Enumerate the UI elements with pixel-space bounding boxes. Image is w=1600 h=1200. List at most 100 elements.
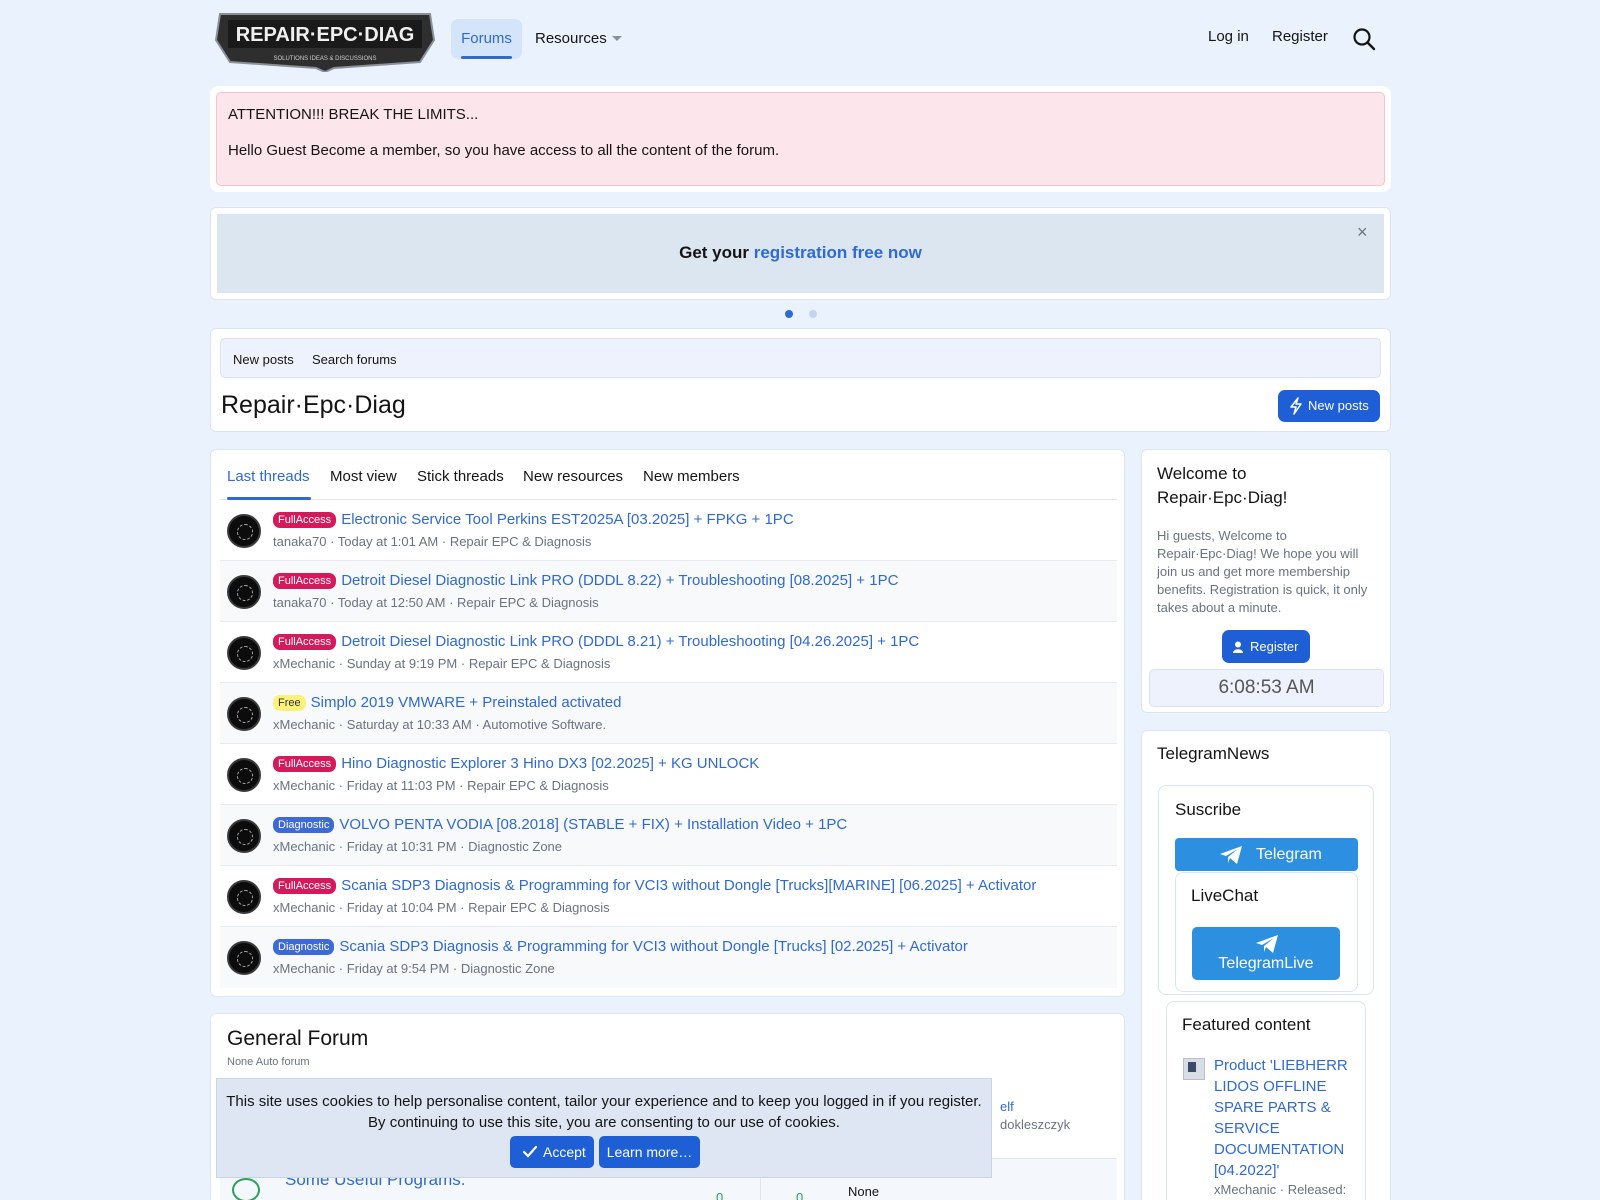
cookie-text-2: By continuing to use this site, you are … (368, 1114, 840, 1131)
chevron-down-icon[interactable] (612, 36, 622, 41)
subnav-search-forums[interactable]: Search forums (312, 352, 397, 367)
thread-title-link[interactable]: Detroit Diesel Diagnostic Link PRO (DDDL… (341, 633, 919, 650)
logo-text: REPAIR·EPC·DIAG (236, 24, 415, 46)
thread-title-link[interactable]: Detroit Diesel Diagnostic Link PRO (DDDL… (341, 572, 898, 589)
nav-tab-forums[interactable]: Forums (451, 19, 522, 59)
tab-most-view[interactable]: Most view (330, 468, 397, 485)
thread-row: FullAccess Hino Diagnostic Explorer 3 Hin… (220, 744, 1117, 805)
prefix-badge: Diagnostic (273, 939, 335, 955)
thread-row: FullAccess Detroit Diesel Diagnostic Link… (220, 622, 1117, 683)
thread-title-link[interactable]: Scania SDP3 Diagnosis & Programming for … (341, 877, 1036, 894)
featured-link[interactable]: Product 'LIEBHERR LIDOS OFFLINE SPARE PA… (1214, 1055, 1354, 1181)
thread-row: Free Simplo 2019 VMWARE + Preinstaled act… (220, 683, 1117, 744)
page-title: Repair·Epc·Diag (221, 391, 406, 419)
tab-new-resources[interactable]: New resources (523, 468, 623, 485)
avatar[interactable] (227, 575, 261, 609)
telegram-icon (1220, 846, 1242, 864)
thread-row: Diagnostic VOLVO PENTA VODIA [08.2018] (S… (220, 805, 1117, 866)
thread-row: Diagnostic Scania SDP3 Diagnosis & Progra… (220, 927, 1117, 988)
registration-link[interactable]: registration free now (754, 243, 922, 262)
nav-tab-resources[interactable]: Resources (535, 19, 607, 59)
thread-meta: xMechanic · Friday at 9:54 PM · Diagnost… (273, 961, 555, 976)
forum-icon (232, 1178, 260, 1200)
forum-latest: None (848, 1184, 880, 1199)
new-posts-button[interactable]: New posts (1278, 390, 1380, 422)
thread-row: FullAccess Electronic Service Tool Perkin… (220, 500, 1117, 561)
avatar[interactable] (227, 697, 261, 731)
attention-notice: ATTENTION!!! BREAK THE LIMITS... Hello G… (216, 92, 1385, 186)
login-link[interactable]: Log in (1208, 28, 1249, 45)
thread-title-link[interactable]: Scania SDP3 Diagnosis & Programming for … (339, 938, 968, 955)
learn-more-button[interactable]: Learn more… (599, 1136, 700, 1168)
tab-stick-threads[interactable]: Stick threads (417, 468, 504, 485)
welcome-title: Welcome to Repair·Epc·Diag! (1157, 464, 1288, 507)
prefix-badge: FullAccess (273, 634, 337, 650)
register-button[interactable]: Register (1222, 630, 1310, 663)
category-description: None Auto forum (227, 1056, 310, 1068)
thread-meta: tanaka70 · Today at 1:01 AM · Repair EPC… (273, 534, 592, 549)
thread-title-link[interactable]: Electronic Service Tool Perkins EST2025A… (341, 511, 793, 528)
thread-title-link[interactable]: VOLVO PENTA VODIA [08.2018] (STABLE + FI… (339, 816, 847, 833)
latest-post-link[interactable]: elf (1000, 1099, 1014, 1114)
prefix-badge: FullAccess (273, 573, 337, 589)
avatar[interactable] (227, 758, 261, 792)
register-button-label: Register (1250, 639, 1299, 654)
avatar[interactable] (227, 636, 261, 670)
featured-title: Featured content (1182, 1015, 1311, 1034)
livechat-title: LiveChat (1191, 886, 1259, 905)
telegram-button[interactable]: Telegram (1175, 838, 1358, 871)
notice-line-1: ATTENTION!!! BREAK THE LIMITS... (228, 106, 479, 123)
subnav-bar: New posts Search forums (220, 338, 1381, 378)
thread-row: FullAccess Detroit Diesel Diagnostic Link… (220, 561, 1117, 622)
category-title[interactable]: General Forum (227, 1027, 368, 1051)
thread-meta: xMechanic · Saturday at 10:33 AM · Autom… (273, 717, 607, 732)
avatar[interactable] (227, 514, 261, 548)
thread-title-link[interactable]: Simplo 2019 VMWARE + Preinstaled activat… (311, 694, 622, 711)
avatar[interactable] (227, 819, 261, 853)
telegram-icon (1256, 935, 1278, 953)
featured-thumbnail[interactable] (1183, 1058, 1205, 1080)
check-icon (522, 1145, 538, 1158)
forum-threads-count: 0 (716, 1190, 724, 1200)
new-posts-button-label: New posts (1308, 398, 1369, 413)
subscribe-title: Suscribe (1175, 800, 1242, 819)
notice-line-2: Hello Guest Become a member, so you have… (228, 142, 780, 159)
accept-label: Accept (543, 1144, 586, 1160)
thread-row: FullAccess Scania SDP3 Diagnosis & Progra… (220, 866, 1117, 927)
telegram-button-label: Telegram (1256, 846, 1322, 863)
carousel-dot-1[interactable] (785, 310, 793, 318)
featured-meta: xMechanic · Released: (1214, 1182, 1347, 1197)
banner-text: Get your registration free now (217, 243, 1384, 263)
thread-meta: xMechanic · Friday at 10:04 PM · Repair … (273, 900, 610, 915)
thread-meta: tanaka70 · Today at 12:50 AM · Repair EP… (273, 595, 599, 610)
telegram-live-label: TelegramLive (1218, 955, 1314, 972)
banner-prefix: Get your (679, 243, 754, 262)
welcome-text: Hi guests, Welcome to Repair·Epc·Diag! W… (1157, 528, 1368, 615)
avatar[interactable] (227, 941, 261, 975)
close-icon[interactable]: × (1357, 222, 1368, 243)
avatar[interactable] (227, 880, 261, 914)
tab-last-threads[interactable]: Last threads (227, 468, 310, 485)
site-logo[interactable]: REPAIR·EPC·DIAG SOLUTIONS IDEAS & DISCUS… (214, 10, 436, 72)
thread-title-link[interactable]: Hino Diagnostic Explorer 3 Hino DX3 [02.… (341, 755, 759, 772)
tab-new-members[interactable]: New members (643, 468, 740, 485)
cookie-text-1: This site uses cookies to help personali… (226, 1093, 982, 1110)
thread-meta: xMechanic · Friday at 10:31 PM · Diagnos… (273, 839, 563, 854)
subnav-new-posts[interactable]: New posts (233, 352, 294, 367)
lightning-icon (1290, 397, 1302, 415)
prefix-badge: Diagnostic (273, 817, 335, 833)
clock-display: 6:08:53 AM (1149, 669, 1384, 707)
prefix-badge: FullAccess (273, 756, 337, 772)
accept-cookies-button[interactable]: Accept (510, 1136, 594, 1168)
telegram-live-button[interactable]: TelegramLive (1192, 927, 1340, 980)
prefix-badge: FullAccess (273, 512, 337, 528)
thread-meta: xMechanic · Sunday at 9:19 PM · Repair E… (273, 656, 611, 671)
latest-post-user[interactable]: dokleszczyk (1000, 1117, 1070, 1132)
telegram-widget-title: TelegramNews (1157, 744, 1270, 763)
prefix-badge: Free (273, 695, 306, 711)
user-plus-icon (1233, 641, 1243, 653)
forum-messages-count: 0 (796, 1190, 804, 1200)
search-icon[interactable] (1352, 27, 1376, 51)
register-link[interactable]: Register (1272, 28, 1328, 45)
carousel-dot-2[interactable] (809, 310, 817, 318)
